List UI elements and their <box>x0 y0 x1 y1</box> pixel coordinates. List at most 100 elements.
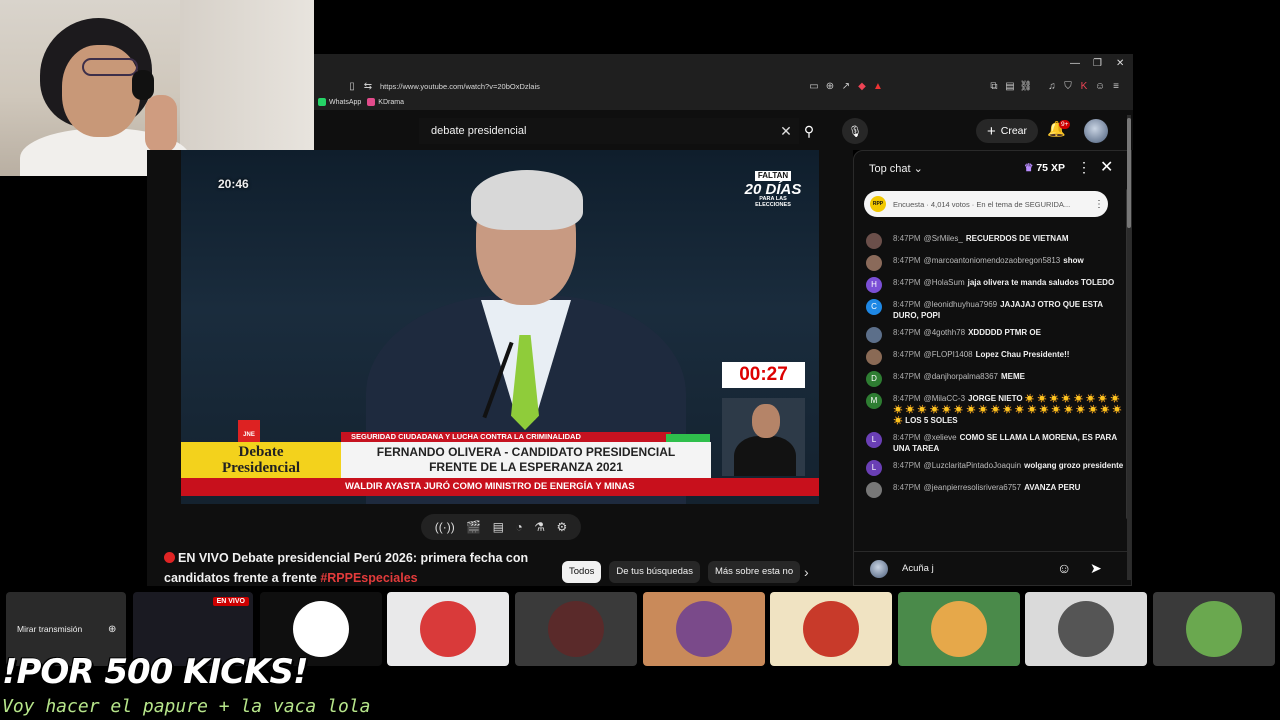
streamer-avatar <box>1058 601 1114 657</box>
search-input[interactable]: debate presidencial <box>431 125 773 137</box>
bookmarks-bar: WhatsApp KDrama <box>314 94 1133 110</box>
avatar[interactable] <box>866 482 882 498</box>
streamer-avatar <box>676 601 732 657</box>
speed-icon[interactable]: ◔ <box>515 520 522 534</box>
message-author[interactable]: @FLOPI1408 <box>924 350 973 359</box>
candidate-line1: FERNANDO OLIVERA - CANDIDATO PRESIDENCIA… <box>376 445 676 459</box>
microphone-icon[interactable]: 🎙 <box>842 118 868 144</box>
avatar[interactable]: H <box>866 277 882 293</box>
message-author[interactable]: @leonidhuyhua7969 <box>924 300 998 309</box>
chip-todos[interactable]: Todos <box>562 561 602 583</box>
message-author[interactable]: @danjhorpalma8367 <box>924 372 998 381</box>
message-time: 8:47PM <box>893 256 921 265</box>
plus-icon: + <box>986 122 996 140</box>
close-icon[interactable]: ✕ <box>1100 157 1113 177</box>
message-author[interactable]: @SrMiles_ <box>924 234 963 243</box>
message-author[interactable]: @HolaSum <box>924 278 965 287</box>
site-info-icon[interactable]: ⇆ <box>360 78 376 94</box>
chat-input[interactable]: Acuña j <box>896 558 1084 580</box>
avatar[interactable] <box>866 233 882 249</box>
search-icon[interactable]: ⚲ <box>794 118 824 144</box>
live-signal-icon[interactable]: ((·)) <box>435 520 455 534</box>
avatar[interactable]: L <box>866 432 882 448</box>
search-box[interactable]: debate presidencial ✕ <box>419 118 799 144</box>
avatar[interactable]: D <box>866 371 882 387</box>
chevron-right-icon[interactable]: › <box>804 564 809 580</box>
hashtag-link[interactable]: #RPPEspeciales <box>320 571 417 585</box>
message-author[interactable]: @marcoantoniomendozaobregon5813 <box>924 256 1061 265</box>
zoom-icon[interactable]: ⊕ <box>822 78 838 94</box>
settings-icon[interactable]: ⚙ <box>556 520 567 534</box>
message-author[interactable]: @xelieve <box>924 433 957 442</box>
send-icon[interactable]: ➤ <box>1090 560 1102 577</box>
video-player[interactable]: 20:46 FALTAN 20 DÍAS PARA LAS ELECCIONES… <box>181 150 819 504</box>
alert-icon[interactable]: ▲ <box>870 78 886 94</box>
avatar[interactable]: C <box>866 299 882 315</box>
streamer-tile[interactable] <box>387 592 509 666</box>
chat-message-text: 8:47PM @marcoantoniomendozaobregon5813 sho… <box>893 255 1084 266</box>
kick-icon[interactable]: K <box>1076 78 1092 94</box>
bookmark-icon[interactable]: ▯ <box>344 78 360 94</box>
extension-icon[interactable]: ◆ <box>854 78 870 94</box>
music-icon[interactable]: ♫ <box>1044 78 1060 94</box>
clip-icon[interactable]: 🎬 <box>466 520 481 534</box>
avatar[interactable] <box>1084 119 1108 143</box>
close-window-icon[interactable]: ✕ <box>1116 58 1124 69</box>
message-time: 8:47PM <box>893 234 921 243</box>
emoji-icon[interactable]: ☺ <box>1057 560 1071 576</box>
chat-message: M 8:47PM @MilaCC-3 JORGE NIETO ☀️ ☀️ ☀️ ☀️ … <box>866 393 1124 426</box>
streamer-avatar <box>420 601 476 657</box>
page-scrollbar-thumb[interactable] <box>1127 118 1131 228</box>
message-body: RECUERDOS DE VIETNAM <box>965 234 1069 243</box>
message-author[interactable]: @4gothh78 <box>924 328 966 337</box>
lab-icon[interactable]: ⚗ <box>534 520 545 534</box>
link-icon[interactable]: ⛓ <box>1018 78 1034 94</box>
chat-message: L 8:47PM @LuzclaritaPintadoJoaquin wolgang … <box>866 460 1124 476</box>
chip-busquedas[interactable]: De tus búsquedas <box>609 561 700 583</box>
avatar[interactable] <box>866 327 882 343</box>
elections-label: PARA LAS ELECCIONES <box>755 196 791 208</box>
bookmark-whatsapp[interactable]: WhatsApp <box>318 98 361 106</box>
avatar[interactable] <box>866 349 882 365</box>
message-author[interactable]: @MilaCC-3 <box>924 394 965 403</box>
streamer-tile[interactable] <box>770 592 892 666</box>
message-author[interactable]: @jeanpierresolisrivera6757 <box>924 483 1022 492</box>
bookmark-kdrama[interactable]: KDrama <box>367 98 404 106</box>
profile-icon[interactable]: ☺ <box>1092 78 1108 94</box>
share-icon[interactable]: ↗ <box>838 78 854 94</box>
streamer-tile[interactable] <box>1025 592 1147 666</box>
reader-icon[interactable]: ▤ <box>1002 78 1018 94</box>
message-author[interactable]: @LuzclaritaPintadoJoaquin <box>924 461 1022 470</box>
chip-mas-sobre[interactable]: Más sobre esta no <box>707 561 800 583</box>
cast-icon[interactable]: ▭ <box>806 78 822 94</box>
streamer-tile[interactable] <box>1153 592 1275 666</box>
live-badge: EN VIVO <box>212 597 249 606</box>
avatar[interactable] <box>866 255 882 271</box>
streamer-tile[interactable] <box>898 592 1020 666</box>
days-label: 20 DÍAS <box>744 181 802 198</box>
captions-icon[interactable]: ▤ <box>493 520 504 534</box>
maximize-icon[interactable]: ❐ <box>1093 58 1102 69</box>
streamer-tile[interactable] <box>515 592 637 666</box>
avatar[interactable]: L <box>866 460 882 476</box>
zoom-in-icon[interactable]: ⊕ <box>108 624 116 635</box>
streamer-avatar <box>293 601 349 657</box>
more-options-icon[interactable]: ⋮ <box>1077 159 1091 176</box>
poll-banner[interactable]: RPP Encuesta · 4,014 votos · En el tema … <box>864 191 1108 217</box>
url-text[interactable]: https://www.youtube.com/watch?v=20bOxDzl… <box>380 82 540 91</box>
minimize-icon[interactable]: — <box>1070 58 1080 69</box>
xp-badge[interactable]: ♛ 75 XP <box>1024 162 1065 174</box>
menu-icon[interactable]: ≡ <box>1108 78 1124 94</box>
avatar[interactable]: M <box>866 393 882 409</box>
chat-mode-dropdown[interactable]: Top chat ⌄ <box>869 162 923 175</box>
topic-banner: SEGURIDAD CIUDADANA Y LUCHA CONTRA LA CR… <box>341 432 671 442</box>
extensions-icon[interactable]: ⧉ <box>986 78 1002 94</box>
chat-message: 8:47PM @FLOPI1408 Lopez Chau Presidente!! <box>866 349 1124 365</box>
shield-icon[interactable]: ⛉ <box>1060 78 1076 94</box>
create-button[interactable]: + Crear <box>976 119 1038 143</box>
streamer-avatar <box>803 601 859 657</box>
live-dot-icon <box>164 552 175 563</box>
streamer-tile[interactable] <box>643 592 765 666</box>
poll-more-icon[interactable]: ⋮ <box>1094 199 1108 210</box>
address-bar[interactable]: ▯ ⇆ https://www.youtube.com/watch?v=20bO… <box>314 76 1124 96</box>
